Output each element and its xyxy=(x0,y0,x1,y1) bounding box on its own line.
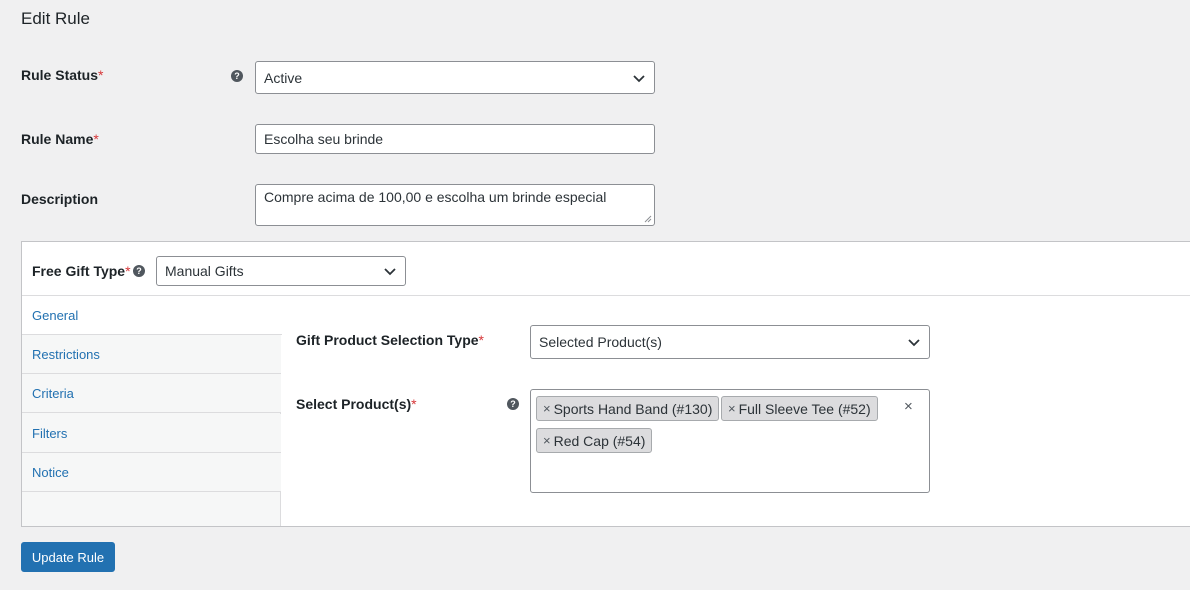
description-textarea[interactable]: Compre acima de 100,00 e escolha um brin… xyxy=(255,184,655,226)
help-icon[interactable]: ? xyxy=(231,70,243,82)
remove-chip-icon[interactable]: × xyxy=(543,401,551,416)
help-icon[interactable]: ? xyxy=(133,265,145,277)
required-marker: * xyxy=(478,332,484,348)
tab-notice[interactable]: Notice xyxy=(22,453,281,492)
page-title: Edit Rule xyxy=(21,9,90,28)
product-chip: × Red Cap (#54) xyxy=(536,428,653,453)
required-marker: * xyxy=(93,131,99,147)
rule-status-label: Rule Status* xyxy=(21,67,104,83)
product-chip: × Sports Hand Band (#130) xyxy=(536,396,720,421)
update-rule-button[interactable]: Update Rule xyxy=(21,542,115,572)
remove-chip-icon[interactable]: × xyxy=(728,401,736,416)
clear-all-icon[interactable]: × xyxy=(904,398,913,415)
tab-general[interactable]: General xyxy=(22,296,282,335)
chip-label: Red Cap (#54) xyxy=(553,432,646,449)
tab-restrictions[interactable]: Restrictions xyxy=(22,335,281,374)
chip-label: Sports Hand Band (#130) xyxy=(553,400,713,417)
tab-filters[interactable]: Filters xyxy=(22,414,281,453)
free-gift-type-value: Manual Gifts xyxy=(165,263,244,279)
required-marker: * xyxy=(98,67,104,83)
rule-status-value: Active xyxy=(264,69,303,86)
selection-type-label: Gift Product Selection Type* xyxy=(296,332,484,348)
chevron-down-icon xyxy=(384,268,396,276)
resize-handle-icon[interactable] xyxy=(644,215,652,223)
rule-name-input[interactable]: Escolha seu brinde xyxy=(255,124,655,154)
settings-tabs: General Restrictions Criteria Filters No… xyxy=(22,296,282,526)
rule-name-value: Escolha seu brinde xyxy=(264,131,384,147)
description-label: Description xyxy=(21,191,99,207)
remove-chip-icon[interactable]: × xyxy=(543,433,551,448)
select-products-label: Select Product(s)* xyxy=(296,396,417,412)
required-marker: * xyxy=(125,263,131,279)
free-gift-type-select[interactable]: Manual Gifts xyxy=(156,256,406,286)
select-products-multiselect[interactable]: × Sports Hand Band (#130) × Full Sleeve … xyxy=(530,389,930,493)
selection-type-select[interactable]: Selected Product(s) xyxy=(530,325,930,359)
tab-criteria[interactable]: Criteria xyxy=(22,374,281,413)
required-marker: * xyxy=(411,396,417,412)
rule-status-select[interactable]: Active xyxy=(255,61,655,94)
rule-name-label: Rule Name* xyxy=(21,131,99,147)
selection-type-value: Selected Product(s) xyxy=(539,334,662,350)
description-value: Compre acima de 100,00 e escolha um brin… xyxy=(264,189,607,205)
gift-settings-panel: Free Gift Type* ? Manual Gifts General R… xyxy=(21,241,1190,527)
free-gift-type-label: Free Gift Type* xyxy=(32,263,131,279)
chevron-down-icon xyxy=(908,339,920,347)
chevron-down-icon xyxy=(633,74,645,82)
product-chip: × Full Sleeve Tee (#52) xyxy=(721,396,878,421)
chip-label: Full Sleeve Tee (#52) xyxy=(738,400,871,417)
help-icon[interactable]: ? xyxy=(507,398,519,410)
